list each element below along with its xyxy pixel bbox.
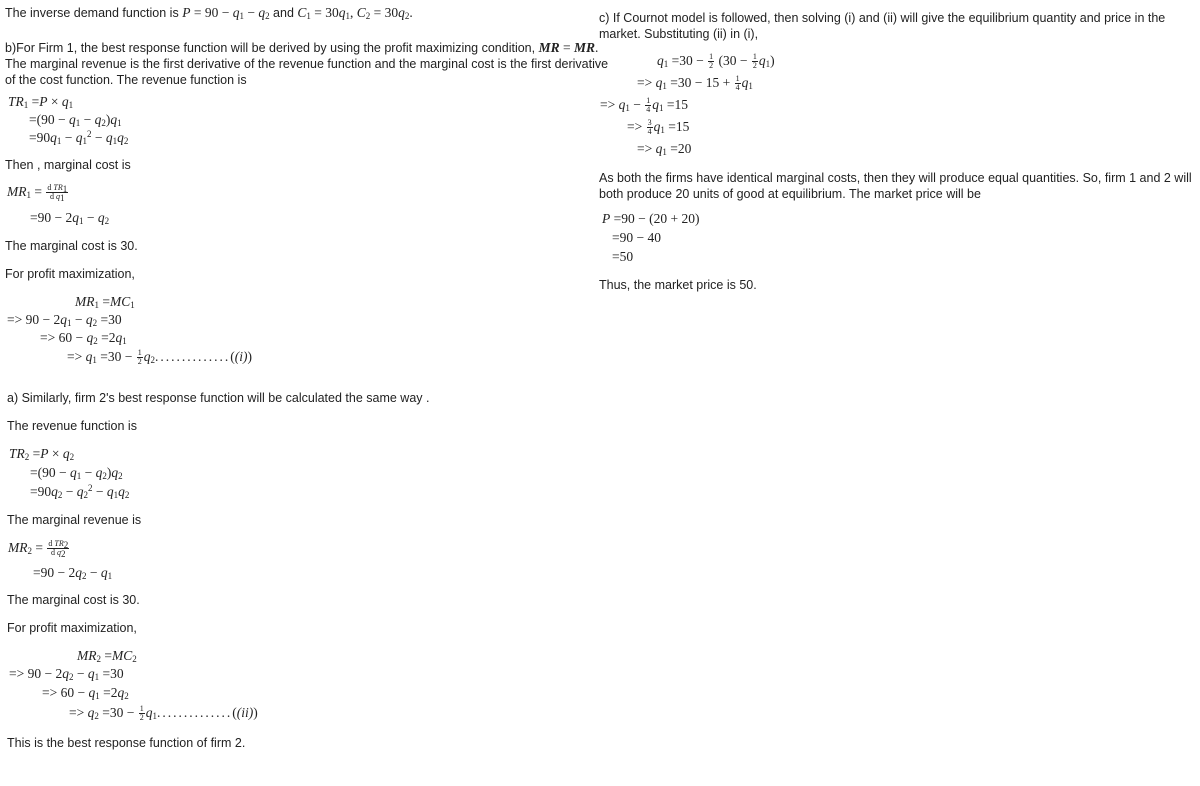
intro-and: and (273, 6, 294, 20)
equilibrium-line-1: As both the firms have identical margina… (599, 171, 1192, 185)
marginal-cost-30-firm1: The marginal cost is 30. (5, 239, 138, 253)
price-step-2: =90 − 40 (612, 230, 661, 245)
firm2-step-1: MR2 =MC2 (77, 648, 137, 664)
cournot-step-1: q1 =30 − 12 (30 − 1 2 q1) (657, 52, 775, 71)
cost-functions: C1 = 30q1, C2 = 30q2. (297, 5, 413, 21)
price-step-3: =50 (612, 249, 634, 264)
market-price-conclusion: Thus, the market price is 50. (599, 278, 757, 292)
then-marginal-cost: Then , marginal cost is (5, 158, 131, 172)
equation-label-ii: (ii) (236, 705, 254, 720)
part-a-intro: a) Similarly, firm 2's best response fun… (7, 391, 430, 405)
leader-dots: .............. (156, 705, 233, 720)
tr1-line-1: TR1 =P × q1 (8, 94, 74, 110)
mr1-line-1: MR1 = d TR1 d q1 (7, 183, 69, 204)
tr2-line-3: =90q2 − q22 − q1q2 (30, 483, 130, 500)
firm2-step-4: => q2 =30 − 1 2 q1..............((ii)) (69, 704, 258, 723)
cournot-step-3: => q1 − 1 4 q1 =15 (600, 96, 688, 115)
leader-dots: .............. (154, 349, 231, 364)
firm2-step-2: => 90 − 2q2 − q1 =30 (9, 666, 124, 682)
firm1-step-4: => q1 =30 − 1 2 q2..............((i)) (67, 348, 252, 367)
firm1-step-2: => 90 − 2q1 − q2 =30 (7, 312, 122, 328)
intro-text: The inverse demand function is (5, 6, 179, 20)
part-c-line-1: c) If Cournot model is followed, then so… (599, 11, 1166, 25)
mr2-line-2: =90 − 2q2 − q1 (33, 565, 113, 581)
tr2-line-2: =(90 − q1 − q2)q2 (30, 465, 123, 481)
intro-statement: The inverse demand function is P = 90 − … (5, 5, 413, 21)
equilibrium-line-2: both produce 20 units of good at equilib… (599, 187, 981, 201)
marginal-cost-30-firm2: The marginal cost is 30. (7, 593, 140, 607)
cournot-step-2: => q1 =30 − 15 + 1 4 q1 (637, 74, 753, 93)
firm2-step-3: => 60 − q1 =2q2 (42, 685, 129, 701)
part-b-line-3: of the cost function. The revenue functi… (5, 73, 247, 87)
mr2-line-1: MR2 = d TR2 d q2 (8, 539, 70, 560)
cournot-step-4: => 3 4 q1 =15 (627, 118, 690, 137)
demand-function: P = 90 − q1 − q2 (182, 5, 270, 21)
equation-label-i: (i) (234, 349, 248, 364)
part-c-line-2: market. Substituting (ii) in (i), (599, 27, 759, 41)
part-a-conclusion: This is the best response function of fi… (7, 736, 246, 750)
marginal-revenue-text-firm2: The marginal revenue is (7, 513, 142, 527)
cournot-step-5: => q1 =20 (637, 141, 692, 157)
price-step-1: P =90 − (20 + 20) (602, 211, 700, 226)
tr2-line-1: TR2 =P × q2 (9, 446, 75, 462)
tr1-line-2: =(90 − q1 − q2)q1 (29, 112, 122, 128)
profit-max-firm1: For profit maximization, (5, 267, 135, 281)
firm1-step-1: MR1 =MC1 (75, 294, 135, 310)
profit-max-firm2: For profit maximization, (7, 621, 137, 635)
part-b-line-2: The marginal revenue is the first deriva… (5, 57, 609, 71)
mr1-line-2: =90 − 2q1 − q2 (30, 210, 110, 226)
tr1-line-3: =90q1 − q12 − q1q2 (29, 129, 129, 146)
revenue-function-text-firm2: The revenue function is (7, 419, 137, 433)
part-b-line-1: b)For Firm 1, the best response function… (5, 40, 599, 55)
firm1-step-3: => 60 − q2 =2q1 (40, 330, 127, 346)
